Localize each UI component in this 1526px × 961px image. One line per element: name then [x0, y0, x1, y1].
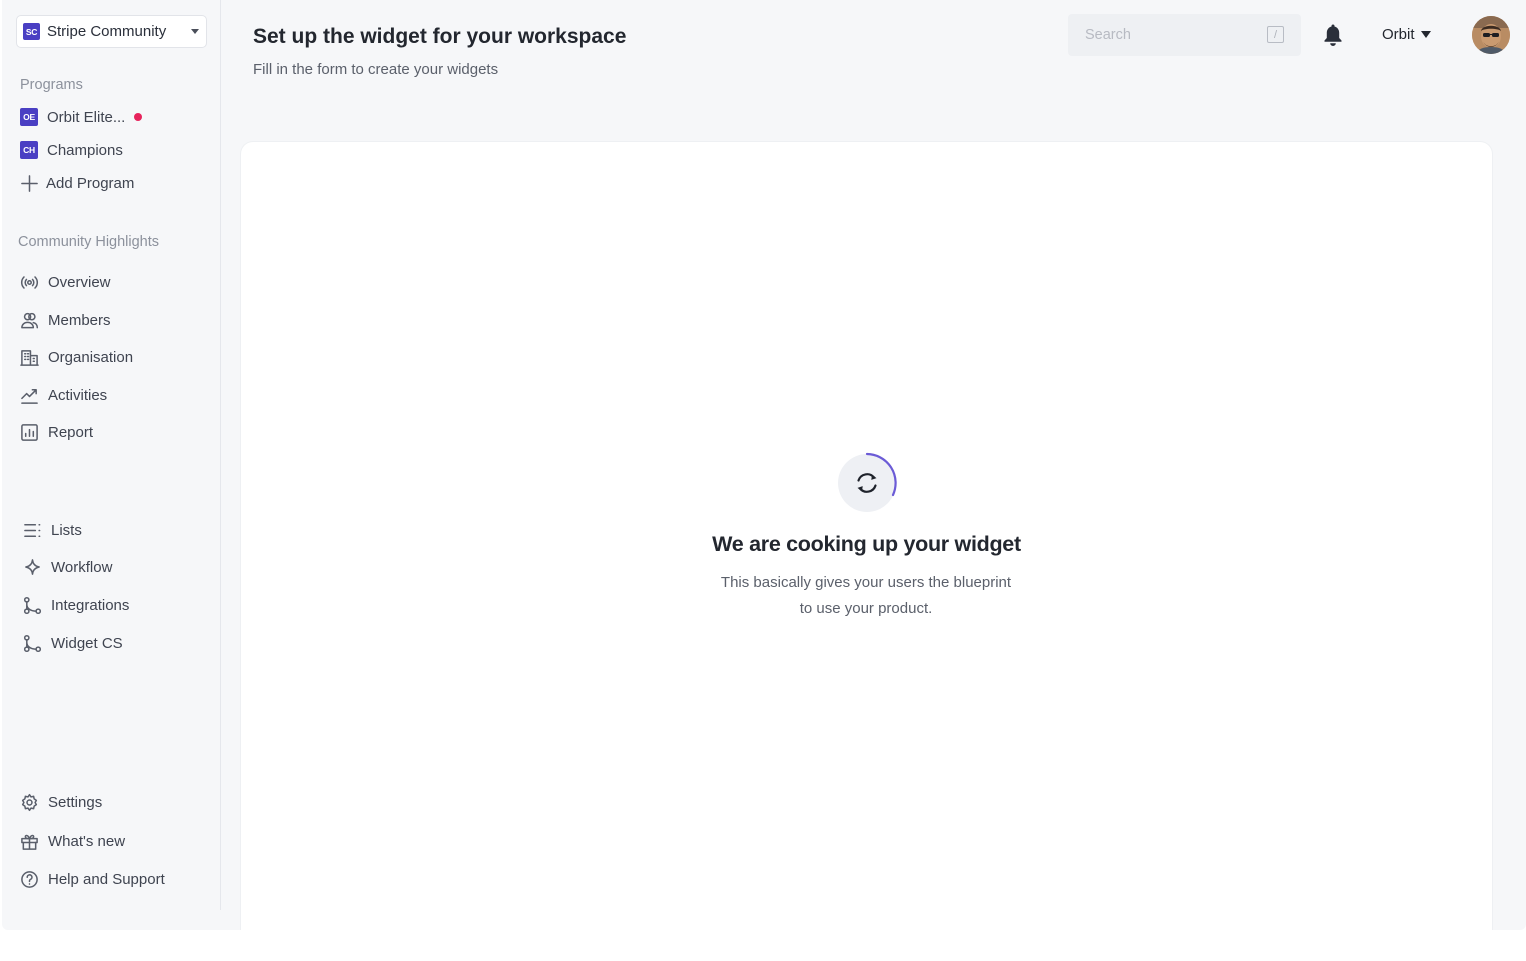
sidebar-item-label: Report [48, 423, 94, 441]
sidebar-item-settings[interactable]: Settings [20, 790, 102, 814]
sidebar-item-label: Lists [51, 521, 82, 539]
avatar-image [1472, 16, 1510, 54]
sparkle-icon [25, 558, 40, 575]
loading-spinner [838, 452, 897, 512]
members-icon [21, 312, 39, 328]
bar-chart-icon [21, 423, 38, 441]
loading-title: We are cooking up your widget [712, 532, 1021, 556]
sidebar-item-widget-cs[interactable]: Widget CS [23, 631, 123, 655]
sidebar-item-activities[interactable]: Activities [20, 383, 107, 407]
git-branch-icon [23, 596, 42, 614]
sidebar-item-organisation[interactable]: Organisation [20, 345, 133, 369]
sidebar-item-workflow[interactable]: Workflow [23, 555, 112, 579]
plus-icon [21, 174, 38, 192]
keyboard-shortcut-icon: / [1267, 26, 1284, 43]
highlights-section-label: Community Highlights [18, 234, 160, 250]
broadcast-icon [20, 275, 39, 289]
sidebar-item-label: Champions [47, 141, 123, 159]
workspace-name: Stripe Community [47, 23, 167, 40]
sidebar-item-label: Workflow [51, 558, 113, 576]
sidebar-item-overview[interactable]: Overview [20, 270, 111, 294]
help-circle-icon [21, 870, 38, 888]
loading-description: This basically gives your users the blue… [720, 574, 1012, 617]
page-subtitle: Fill in the form to create your widgets [253, 61, 499, 78]
caret-down-icon [1420, 31, 1431, 38]
sidebar-item-label: What's new [48, 832, 126, 850]
sidebar-item-integrations[interactable]: Integrations [23, 593, 129, 617]
add-program-button[interactable]: Add Program [20, 171, 134, 195]
user-menu[interactable]: Orbit [1382, 26, 1431, 43]
sidebar-item-label: Integrations [51, 596, 130, 614]
programs-section-label: Programs [20, 77, 83, 93]
trend-chart-icon [21, 388, 38, 404]
add-program-label: Add Program [46, 174, 135, 192]
search-box[interactable]: / [1068, 14, 1301, 56]
sidebar-item-members[interactable]: Members [20, 308, 111, 332]
page-title: Set up the widget for your workspace [253, 25, 627, 48]
program-badge: CH [20, 141, 38, 159]
app-window: SC Stripe Community Programs OE Orbit El… [2, 0, 1526, 930]
sidebar-item-program-orbit-elite[interactable]: OE Orbit Elite... [20, 105, 143, 129]
search-input[interactable] [1085, 27, 1255, 43]
sidebar-item-program-champions[interactable]: CH Champions [20, 138, 123, 162]
building-icon [20, 349, 39, 366]
workspace-badge: SC [23, 23, 40, 40]
sidebar-item-report[interactable]: Report [20, 420, 93, 444]
notification-dot [134, 113, 143, 121]
program-badge: OE [20, 108, 38, 126]
avatar[interactable] [1472, 16, 1510, 54]
user-menu-label: Orbit [1382, 26, 1415, 43]
workspace-selector[interactable]: SC Stripe Community [16, 15, 207, 48]
gift-icon [21, 834, 38, 850]
git-branch-icon [23, 634, 42, 652]
sidebar-item-label: Organisation [48, 348, 134, 366]
sidebar-item-help[interactable]: Help and Support [20, 867, 165, 891]
widget-card: We are cooking up your widget This basic… [241, 142, 1492, 930]
bell-icon[interactable] [1322, 23, 1344, 47]
sidebar-item-label: Overview [48, 273, 111, 291]
sidebar-item-label: Members [48, 311, 111, 329]
sidebar-item-lists[interactable]: Lists [23, 518, 82, 542]
sidebar-item-label: Help and Support [48, 870, 165, 888]
gear-icon [21, 793, 38, 811]
sidebar-item-label: Activities [48, 386, 108, 404]
sidebar-item-whats-new[interactable]: What's new [20, 829, 125, 853]
sidebar-item-label: Orbit Elite... [47, 108, 126, 126]
sidebar-item-label: Settings [48, 793, 103, 811]
chevron-down-icon [191, 29, 199, 34]
list-icon [24, 523, 41, 537]
sidebar-item-label: Widget CS [51, 634, 123, 652]
sidebar: SC Stripe Community Programs OE Orbit El… [2, 0, 221, 910]
